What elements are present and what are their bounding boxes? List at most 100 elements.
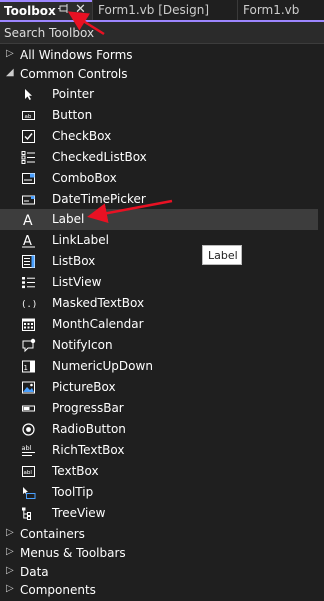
- group-label: Data: [20, 565, 49, 579]
- pointer-icon: [21, 87, 36, 102]
- chevron-down-icon: ◢: [6, 67, 14, 78]
- tooltip-text: Label: [208, 249, 238, 262]
- svg-text:1: 1: [24, 364, 28, 372]
- item-label: MonthCalendar: [52, 317, 144, 331]
- tab-toolbox[interactable]: Toolbox ✕: [0, 0, 92, 20]
- chevron-right-icon: ▷: [6, 565, 14, 576]
- item-label: MaskedTextBox: [52, 296, 145, 310]
- chevron-right-icon: ▷: [6, 527, 14, 538]
- item-label: ToolTip: [52, 485, 94, 499]
- toolbox-item-checkbox[interactable]: CheckBox: [0, 126, 324, 147]
- datetimepicker-icon: [21, 192, 36, 207]
- group-all-windows-forms[interactable]: ▷ All Windows Forms: [0, 45, 324, 66]
- radiobutton-icon: [21, 422, 36, 437]
- svg-text:(.)-: (.)-: [21, 300, 36, 310]
- item-label: ComboBox: [52, 171, 117, 185]
- progressbar-icon: [21, 401, 36, 416]
- item-label: ListView: [52, 275, 102, 289]
- group-containers[interactable]: ▷ Containers: [0, 524, 324, 545]
- chevron-right-icon: ▷: [6, 48, 14, 59]
- item-label: LinkLabel: [52, 233, 109, 247]
- group-common-controls[interactable]: ◢ Common Controls: [0, 64, 324, 85]
- item-label: Button: [52, 108, 93, 122]
- tab-toolbox-label: Toolbox: [4, 4, 56, 18]
- tab-form1-design-label: Form1.vb [Design]: [98, 3, 210, 17]
- chevron-right-icon: ▷: [6, 583, 14, 594]
- toolbox-item-richtextbox[interactable]: abl RichTextBox: [0, 440, 324, 461]
- button-icon: ab: [21, 108, 36, 123]
- toolbox-item-maskedtextbox[interactable]: (.)- MaskedTextBox: [0, 293, 324, 314]
- linklabel-icon: A: [21, 233, 36, 249]
- item-label: CheckBox: [52, 129, 112, 143]
- tab-form1-design[interactable]: Form1.vb [Design]: [92, 0, 237, 20]
- item-label: RadioButton: [52, 422, 126, 436]
- toolbox-item-listbox[interactable]: ListBox: [0, 251, 324, 272]
- checkedlistbox-icon: [21, 150, 36, 165]
- notifyicon-icon: [21, 338, 36, 353]
- maskedtextbox-icon: (.)-: [21, 296, 43, 311]
- item-label: TextBox: [52, 464, 99, 478]
- toolbox-item-linklabel[interactable]: A LinkLabel: [0, 230, 324, 251]
- toolbox-item-datetimepicker[interactable]: DateTimePicker: [0, 189, 324, 210]
- item-label: CheckedListBox: [52, 150, 147, 164]
- group-label: Common Controls: [20, 67, 128, 81]
- toolbox-item-progressbar[interactable]: ProgressBar: [0, 398, 324, 419]
- toolbox-item-tooltip[interactable]: ToolTip: [0, 482, 324, 503]
- svg-text:A: A: [23, 234, 32, 248]
- tab-form1-vb[interactable]: Form1.vb: [237, 0, 324, 20]
- group-label: Menus & Toolbars: [20, 546, 126, 560]
- item-label: Pointer: [52, 87, 95, 101]
- item-label: Label: [52, 212, 85, 226]
- group-label: Containers: [20, 527, 85, 541]
- textbox-icon: abl: [21, 464, 36, 479]
- combobox-icon: [21, 171, 36, 186]
- richtextbox-icon: abl: [21, 443, 36, 458]
- toolbox-item-combobox[interactable]: ComboBox: [0, 168, 324, 189]
- toolbox-item-picturebox[interactable]: PictureBox: [0, 377, 324, 398]
- toolbox-item-monthcalendar[interactable]: MonthCalendar: [0, 314, 324, 335]
- label-icon: A: [21, 212, 36, 229]
- toolbox-item-checkedlistbox[interactable]: CheckedListBox: [0, 147, 324, 168]
- toolbox-item-textbox[interactable]: abl TextBox: [0, 461, 324, 482]
- checkbox-icon: [21, 129, 36, 144]
- item-label: PictureBox: [52, 380, 116, 394]
- toolbox-item-label[interactable]: A Label: [0, 209, 324, 230]
- search-input[interactable]: [4, 24, 320, 41]
- toolbox-item-pointer[interactable]: Pointer: [0, 84, 324, 105]
- item-label: NumericUpDown: [52, 359, 153, 373]
- pin-icon[interactable]: [58, 3, 70, 17]
- listview-icon: [21, 275, 36, 290]
- svg-text:ab: ab: [25, 114, 32, 120]
- item-label: ProgressBar: [52, 401, 124, 415]
- svg-text:A: A: [23, 213, 33, 227]
- scrollbar[interactable]: [318, 44, 324, 592]
- toolbox-item-numericupdown[interactable]: 1 NumericUpDown: [0, 356, 324, 377]
- group-menus-toolbars[interactable]: ▷ Menus & Toolbars: [0, 543, 324, 564]
- tab-bar: Toolbox ✕ Form1.vb [Design] Form1.vb: [0, 0, 324, 20]
- chevron-right-icon: ▷: [6, 546, 14, 557]
- toolbox-item-notifyicon[interactable]: NotifyIcon: [0, 335, 324, 356]
- group-label: Components: [20, 583, 96, 597]
- svg-text:abl: abl: [24, 470, 33, 476]
- item-label: NotifyIcon: [52, 338, 113, 352]
- treeview-icon: [21, 506, 36, 521]
- search-box: [0, 22, 324, 44]
- group-label: All Windows Forms: [20, 48, 133, 62]
- tooltip-icon: [21, 485, 36, 500]
- listbox-icon: [21, 254, 36, 269]
- toolbox-item-radiobutton[interactable]: RadioButton: [0, 419, 324, 440]
- item-label: ListBox: [52, 254, 96, 268]
- picturebox-icon: [21, 380, 36, 395]
- toolbox-item-listview[interactable]: ListView: [0, 272, 324, 293]
- toolbox-item-button[interactable]: ab Button: [0, 105, 324, 126]
- numericupdown-icon: 1: [21, 359, 36, 374]
- tab-form1-vb-label: Form1.vb: [243, 3, 300, 17]
- tooltip-popup: Label: [202, 245, 242, 265]
- svg-text:abl: abl: [22, 444, 32, 452]
- toolbox-item-treeview[interactable]: TreeView: [0, 503, 324, 524]
- monthcalendar-icon: [21, 317, 36, 332]
- close-icon[interactable]: ✕: [75, 2, 86, 17]
- item-label: RichTextBox: [52, 443, 125, 457]
- item-label: TreeView: [52, 506, 106, 520]
- group-components[interactable]: ▷ Components: [0, 580, 324, 601]
